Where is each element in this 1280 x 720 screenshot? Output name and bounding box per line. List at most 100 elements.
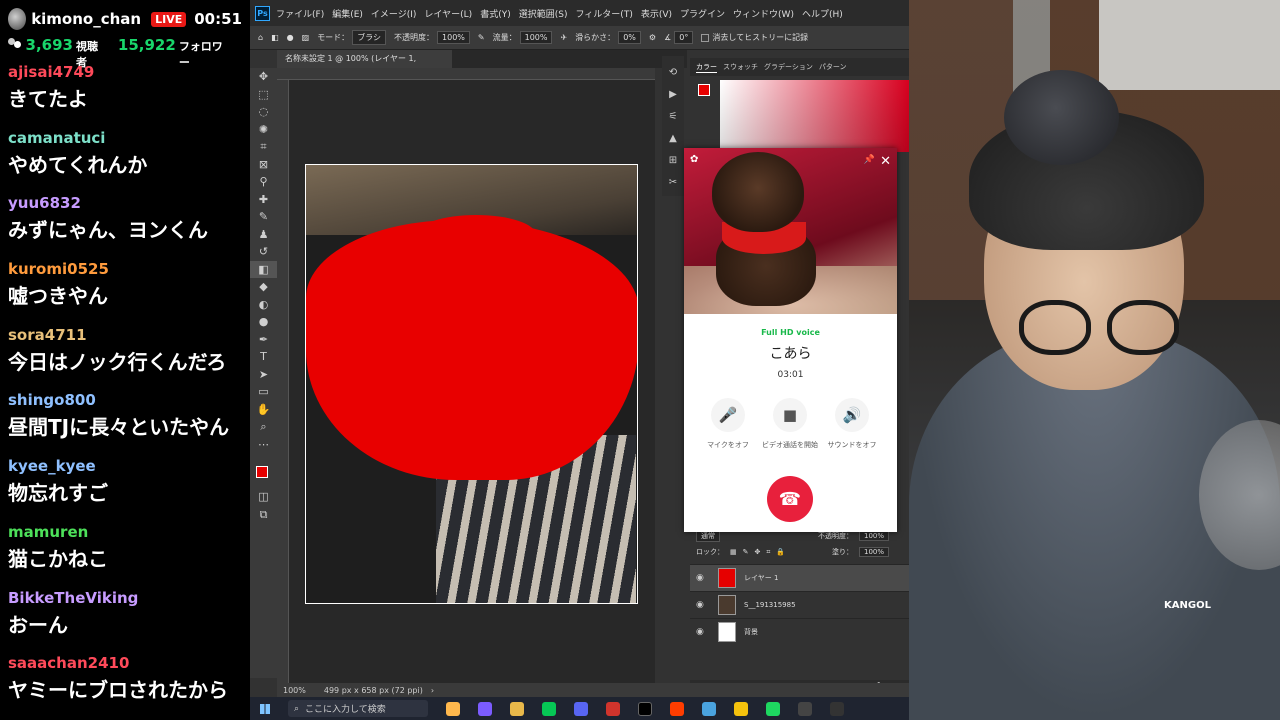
panel-tab[interactable]: パターン [819, 62, 847, 72]
type-tool-icon[interactable]: T [250, 348, 277, 366]
crop-tool-icon[interactable]: ⌗ [250, 138, 277, 156]
menu-item[interactable]: ヘルプ(H) [802, 7, 843, 20]
obs-icon[interactable] [606, 701, 620, 716]
adjust-icon[interactable]: ⚟ [662, 106, 684, 128]
foreground-color-swatch[interactable] [256, 466, 268, 478]
visibility-eye-icon[interactable]: ◉ [696, 627, 710, 637]
lock-position-icon[interactable]: ✥ [755, 548, 761, 556]
chat-username[interactable]: sora4711 [8, 323, 242, 347]
start-video-button[interactable]: ■ ビデオ通話を開始 [760, 398, 820, 450]
pin-icon[interactable]: 📌 [864, 155, 875, 165]
rectangle-tool-icon[interactable]: ▭ [250, 383, 277, 401]
menu-item[interactable]: 表示(V) [641, 7, 672, 20]
screen-mode-icon[interactable]: ⧉ [250, 506, 277, 524]
chat-username[interactable]: mamuren [8, 520, 242, 544]
layer-row[interactable]: ◉ 背景 [690, 618, 909, 645]
properties-icon[interactable]: ⊞ [662, 150, 684, 172]
mute-mic-button[interactable]: 🎤 マイクをオフ [698, 398, 758, 450]
panel-foreground-swatch[interactable] [698, 84, 710, 96]
brush-panel-icon[interactable]: ▨ [302, 33, 310, 42]
menu-item[interactable]: プラグイン [680, 7, 725, 20]
document-tab[interactable]: 名称未設定 1 @ 100% (レイヤー 1, RGB/8#) * ✕ [277, 50, 452, 81]
settings-icon[interactable]: ✿ [690, 154, 698, 165]
pen-tool-icon[interactable]: ✒ [250, 331, 277, 349]
app-icon-2[interactable] [798, 701, 812, 716]
chat-username[interactable]: yuu6832 [8, 191, 242, 215]
chat-username[interactable]: shingo800 [8, 388, 242, 412]
status-arrow-icon[interactable]: › [431, 686, 434, 695]
history-panel-icon[interactable]: ⟲ [662, 62, 684, 84]
eraser-tool-icon[interactable]: ◧ [250, 260, 277, 278]
swatch-icon[interactable]: ▲ [662, 128, 684, 150]
discord-icon[interactable] [574, 701, 588, 716]
layer-opacity-field[interactable]: 100% [858, 531, 889, 541]
path-select-icon[interactable]: ➤ [250, 366, 277, 384]
blur-tool-icon[interactable]: ◐ [250, 296, 277, 314]
airbrush-icon[interactable]: ✈ [560, 33, 567, 42]
menu-item[interactable]: イメージ(I) [371, 7, 417, 20]
zoom-level[interactable]: 100% [283, 686, 306, 695]
lock-artboard-icon[interactable]: ⌗ [766, 548, 770, 557]
zoom-tool-icon[interactable]: ⌕ [250, 418, 277, 436]
hand-tool-icon[interactable]: ✋ [250, 401, 277, 419]
clone-stamp-icon[interactable]: ♟ [250, 226, 277, 244]
photoshop-logo[interactable]: Ps [255, 5, 270, 21]
visibility-eye-icon[interactable]: ◉ [696, 600, 710, 610]
opacity-field[interactable]: 100% [437, 31, 470, 44]
menu-item[interactable]: レイヤー(L) [424, 7, 472, 20]
edge-icon[interactable] [702, 701, 716, 716]
chrome-icon[interactable] [734, 701, 748, 716]
app-icon[interactable] [478, 701, 492, 716]
windows-start-icon[interactable] [260, 703, 270, 714]
history-brush-icon[interactable]: ↺ [250, 243, 277, 261]
marquee-tool-icon[interactable]: ⬚ [250, 86, 277, 104]
photoshop-taskbar-icon[interactable] [830, 701, 844, 716]
menu-item[interactable]: 書式(Y) [480, 7, 511, 20]
menu-item[interactable]: 編集(E) [332, 7, 363, 20]
quick-select-icon[interactable]: ✺ [250, 121, 277, 139]
panel-tab[interactable]: スウォッチ [723, 62, 758, 72]
visibility-eye-icon[interactable]: ◉ [696, 573, 710, 583]
eraser-tool-icon[interactable]: ◧ [271, 33, 279, 42]
sound-off-button[interactable]: 🔊 サウンドをオフ [822, 398, 882, 450]
smoothing-field[interactable]: 0% [618, 31, 641, 44]
menu-item[interactable]: フィルター(T) [575, 7, 632, 20]
browser-icon[interactable] [670, 701, 684, 716]
close-icon[interactable]: ✕ [880, 154, 891, 169]
dodge-tool-icon[interactable]: ● [250, 313, 277, 331]
flow-field[interactable]: 100% [519, 31, 553, 44]
eyedropper-icon[interactable]: ⚲ [250, 173, 277, 191]
play-actions-icon[interactable]: ▶ [662, 84, 684, 106]
menu-item[interactable]: 選択範囲(S) [519, 7, 568, 20]
layer-row[interactable]: ◉ レイヤー 1 [690, 564, 909, 591]
tools-icon[interactable]: ✂ [662, 172, 684, 194]
lock-all-icon[interactable]: 🔒 [776, 548, 785, 556]
home-icon[interactable]: ⌂ [258, 33, 263, 42]
chat-username[interactable]: kyee_kyee [8, 454, 242, 478]
taskbar-search[interactable]: ⌕ ここに入力して検索 [288, 700, 428, 717]
capcut-icon[interactable] [638, 701, 652, 716]
angle-field[interactable]: 0° [674, 31, 694, 44]
frame-tool-icon[interactable]: ⊠ [250, 156, 277, 174]
smoothing-options-icon[interactable]: ⚙ [649, 33, 656, 42]
lasso-tool-icon[interactable]: ◌ [250, 103, 277, 121]
chat-username[interactable]: saaachan2410 [8, 651, 242, 675]
lock-pixels-icon[interactable]: ▦ [730, 548, 737, 556]
healing-brush-icon[interactable]: ✚ [250, 191, 277, 209]
chat-username[interactable]: camanatuci [8, 126, 242, 150]
chat-username[interactable]: BikkeTheViking [8, 586, 242, 610]
menu-item[interactable]: ウィンドウ(W) [733, 7, 794, 20]
fill-field[interactable]: 100% [858, 547, 889, 557]
pressure-opacity-icon[interactable]: ✎ [478, 33, 485, 42]
erase-history-checkbox[interactable] [701, 33, 710, 42]
chat-username[interactable]: kuromi0525 [8, 257, 242, 281]
end-call-button[interactable]: ☎ [767, 476, 813, 522]
brush-size-icon[interactable]: ● [287, 33, 294, 42]
more-tools-icon[interactable]: ⋯ [250, 436, 277, 454]
panel-tab[interactable]: グラデーション [764, 62, 813, 72]
copilot-icon[interactable] [446, 701, 460, 716]
panel-tab[interactable]: カラー [696, 62, 717, 73]
file-explorer-icon[interactable] [510, 701, 524, 716]
color-picker-field[interactable] [720, 80, 909, 152]
menu-item[interactable]: ファイル(F) [276, 7, 324, 20]
